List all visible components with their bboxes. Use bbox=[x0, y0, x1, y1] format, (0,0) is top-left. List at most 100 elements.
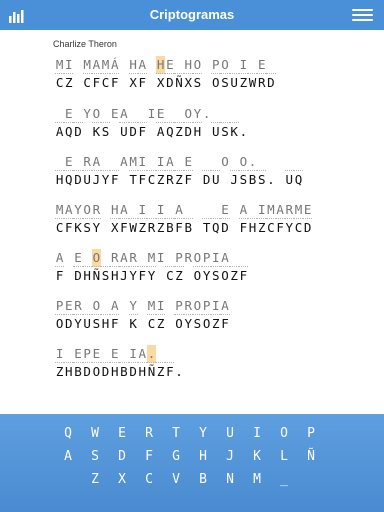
guess-cell[interactable]: E bbox=[110, 345, 120, 363]
guess-cell[interactable]: I bbox=[137, 153, 147, 171]
guess-cell[interactable] bbox=[100, 345, 111, 363]
cipher-letter[interactable]: F bbox=[138, 171, 147, 189]
key-t[interactable]: T bbox=[166, 424, 186, 444]
guess-cell[interactable]: R bbox=[183, 297, 193, 315]
guess-cell[interactable] bbox=[165, 345, 175, 363]
cipher-letter[interactable]: F bbox=[138, 267, 147, 285]
guess-cell[interactable]: P bbox=[211, 56, 221, 74]
guess-cell[interactable]: R bbox=[110, 249, 120, 267]
cipher-letter[interactable]: F bbox=[92, 74, 101, 92]
key-h[interactable]: H bbox=[193, 447, 213, 467]
cipher-letter[interactable]: Z bbox=[257, 219, 266, 237]
cipher-letter[interactable]: F bbox=[174, 219, 183, 237]
cipher-letter[interactable]: S bbox=[101, 267, 110, 285]
guess-cell[interactable]: I bbox=[55, 345, 65, 363]
guess-cell[interactable] bbox=[220, 105, 230, 123]
cipher-letter[interactable]: C bbox=[266, 219, 275, 237]
guess-cell[interactable]: A bbox=[110, 297, 120, 315]
cipher-letter[interactable]: Z bbox=[55, 363, 64, 381]
cipher-letter[interactable]: Z bbox=[156, 171, 165, 189]
guess-cell[interactable]: E bbox=[303, 201, 313, 219]
guess-cell[interactable] bbox=[266, 56, 276, 74]
guess-cell[interactable]: I bbox=[128, 345, 138, 363]
cipher-letter[interactable]: Q bbox=[211, 219, 220, 237]
cipher-letter[interactable]: H bbox=[248, 219, 257, 237]
cipher-letter[interactable]: B bbox=[248, 171, 257, 189]
key-k[interactable]: K bbox=[247, 447, 267, 467]
cipher-letter[interactable]: A bbox=[55, 123, 64, 141]
cipher-letter[interactable]: D bbox=[73, 123, 82, 141]
guess-cell[interactable] bbox=[229, 105, 239, 123]
guess-cell[interactable]: M bbox=[146, 297, 157, 315]
cipher-letter[interactable]: X bbox=[110, 219, 119, 237]
guess-cell[interactable] bbox=[211, 153, 221, 171]
cipher-letter[interactable]: T bbox=[202, 219, 211, 237]
guess-cell[interactable]: E bbox=[257, 56, 267, 74]
cipher-letter[interactable]: U bbox=[285, 171, 294, 189]
guess-cell[interactable]: A bbox=[119, 249, 129, 267]
guess-cell[interactable]: I bbox=[137, 201, 147, 219]
guess-cell[interactable]: I bbox=[156, 153, 166, 171]
guess-cell[interactable] bbox=[156, 345, 166, 363]
guess-cell[interactable] bbox=[293, 153, 304, 171]
cipher-letter[interactable]: F bbox=[138, 74, 147, 92]
guess-cell[interactable]: R bbox=[91, 201, 101, 219]
guess-cell[interactable] bbox=[257, 153, 267, 171]
guess-cell[interactable]: A bbox=[165, 153, 175, 171]
guess-cell[interactable] bbox=[247, 56, 258, 74]
guess-cell[interactable] bbox=[211, 105, 221, 123]
guess-cell[interactable]: E bbox=[73, 345, 83, 363]
guess-cell[interactable]: . bbox=[146, 345, 157, 363]
cipher-letter[interactable]: Z bbox=[211, 315, 220, 333]
cipher-letter[interactable]: F bbox=[110, 315, 119, 333]
cipher-letter[interactable]: C bbox=[147, 315, 156, 333]
guess-cell[interactable]: A bbox=[220, 249, 230, 267]
cipher-letter[interactable]: D bbox=[129, 123, 138, 141]
cipher-letter[interactable]: C bbox=[101, 74, 110, 92]
guess-cell[interactable]: E bbox=[64, 105, 74, 123]
cipher-letter[interactable]: C bbox=[165, 267, 174, 285]
cipher-letter[interactable]: B bbox=[165, 219, 174, 237]
guess-cell[interactable] bbox=[100, 297, 111, 315]
guess-cell[interactable]: O bbox=[192, 249, 202, 267]
cipher-letter[interactable]: Z bbox=[174, 267, 183, 285]
key-b[interactable]: B bbox=[193, 470, 213, 490]
guess-cell[interactable] bbox=[64, 345, 74, 363]
guess-cell[interactable]: Y bbox=[128, 297, 138, 315]
cipher-letter[interactable]: U bbox=[211, 171, 220, 189]
guess-cell[interactable]: A bbox=[220, 297, 230, 315]
cipher-letter[interactable]: T bbox=[129, 171, 138, 189]
guess-cell[interactable]: A bbox=[119, 105, 129, 123]
cipher-letter[interactable]: F bbox=[110, 171, 119, 189]
cipher-letter[interactable]: F bbox=[184, 171, 193, 189]
guess-cell[interactable]: M bbox=[82, 56, 92, 74]
guess-cell[interactable] bbox=[128, 105, 138, 123]
cipher-letter[interactable]: W bbox=[248, 74, 257, 92]
guess-cell[interactable]: I bbox=[64, 56, 74, 74]
guess-cell[interactable] bbox=[110, 153, 120, 171]
guess-cell[interactable]: E bbox=[64, 153, 74, 171]
cipher-letter[interactable]: S bbox=[101, 123, 110, 141]
cipher-letter[interactable]: O bbox=[193, 267, 202, 285]
guess-cell[interactable] bbox=[119, 345, 129, 363]
cipher-letter[interactable]: F bbox=[138, 123, 147, 141]
cipher-letter[interactable]: S bbox=[83, 219, 92, 237]
guess-cell[interactable]: R bbox=[284, 201, 294, 219]
guess-cell[interactable] bbox=[247, 201, 258, 219]
guess-cell[interactable] bbox=[183, 201, 193, 219]
guess-cell[interactable]: O bbox=[192, 297, 202, 315]
cipher-letter[interactable]: O bbox=[220, 267, 229, 285]
cipher-letter[interactable]: F bbox=[165, 363, 174, 381]
guess-cell[interactable] bbox=[229, 56, 239, 74]
cipher-letter[interactable]: U bbox=[83, 315, 92, 333]
cipher-letter[interactable]: J bbox=[92, 171, 101, 189]
cipher-letter[interactable]: H bbox=[110, 363, 119, 381]
guess-cell[interactable]: E bbox=[220, 201, 230, 219]
guess-cell[interactable] bbox=[229, 249, 239, 267]
cipher-letter[interactable]: C bbox=[83, 74, 92, 92]
cipher-letter[interactable]: F bbox=[239, 267, 248, 285]
guess-cell[interactable]: Á bbox=[110, 56, 120, 74]
key-v[interactable]: V bbox=[166, 470, 186, 490]
cipher-letter[interactable]: S bbox=[211, 267, 220, 285]
cipher-letter[interactable]: D bbox=[64, 315, 73, 333]
